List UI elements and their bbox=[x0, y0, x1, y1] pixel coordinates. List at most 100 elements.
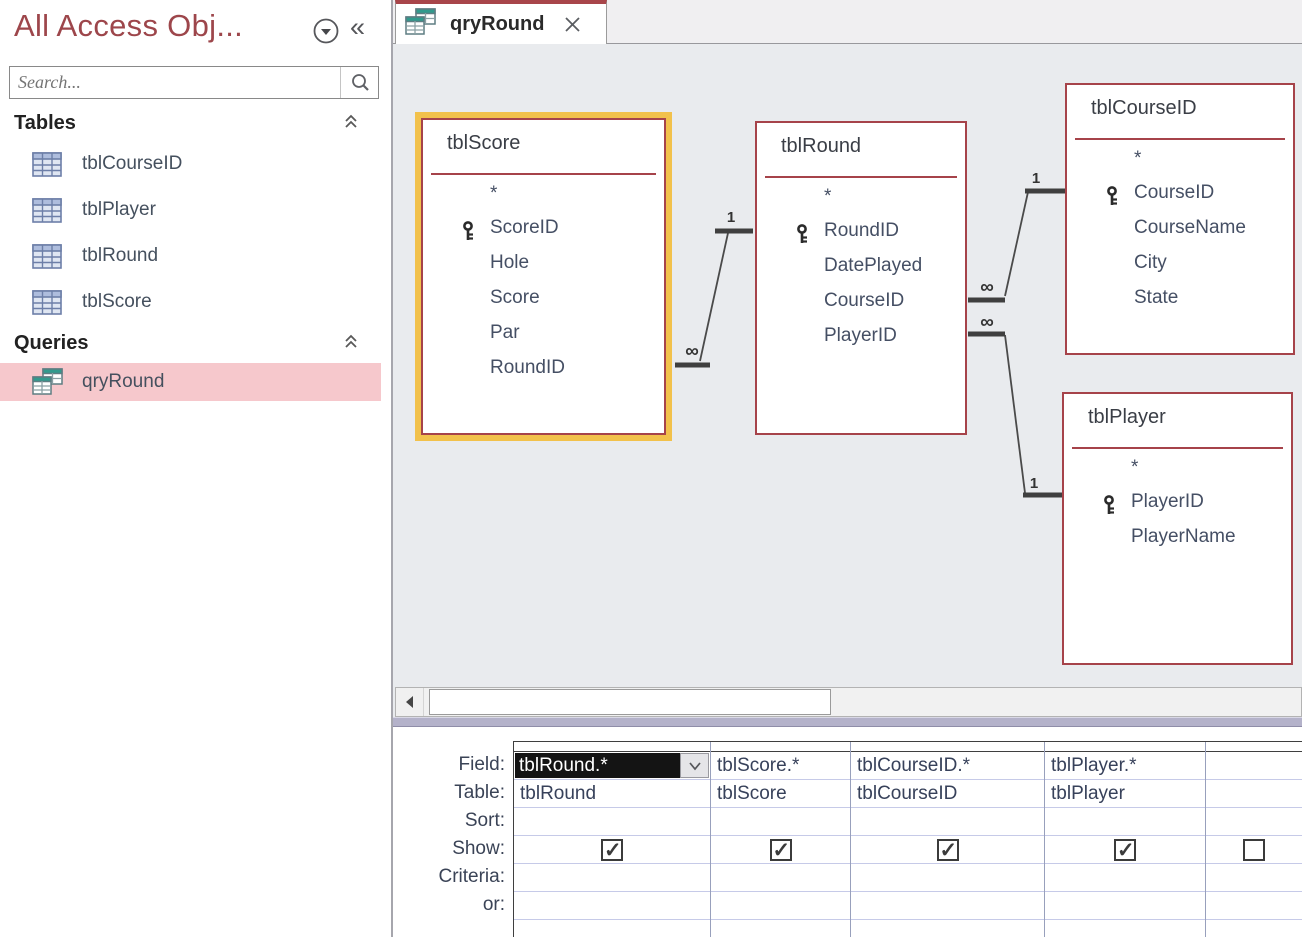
sort-cell[interactable] bbox=[711, 808, 850, 836]
join-tblround-tblcourseid[interactable]: ∞ 1 bbox=[968, 170, 1066, 300]
collapse-section-icon[interactable] bbox=[343, 332, 359, 355]
column-selector[interactable] bbox=[711, 742, 850, 752]
show-checkbox[interactable] bbox=[937, 839, 959, 861]
show-cell[interactable] bbox=[1045, 836, 1205, 864]
pane-splitter[interactable] bbox=[393, 717, 1302, 727]
field-row-roundid[interactable]: RoundID bbox=[423, 350, 664, 385]
or-cell[interactable] bbox=[514, 892, 710, 920]
field-cell[interactable]: tblPlayer.* bbox=[1045, 752, 1205, 780]
field-row-hole[interactable]: Hole bbox=[423, 245, 664, 280]
column-selector[interactable] bbox=[851, 742, 1044, 752]
collapse-section-icon[interactable] bbox=[343, 112, 359, 135]
table-cell[interactable]: tblRound bbox=[514, 780, 710, 808]
sidebar-item-tblround[interactable]: tblRound bbox=[0, 234, 381, 278]
join-tblscore-tblround[interactable]: ∞ 1 bbox=[675, 209, 753, 365]
field-row-state[interactable]: State bbox=[1067, 280, 1293, 315]
criteria-cell[interactable] bbox=[711, 864, 850, 892]
horizontal-scrollbar[interactable] bbox=[395, 687, 1302, 717]
field-row-playername[interactable]: PlayerName bbox=[1064, 519, 1291, 554]
field-row-star[interactable]: * bbox=[757, 185, 965, 213]
table-cell[interactable]: tblCourseID bbox=[851, 780, 1044, 808]
query-design-canvas[interactable]: ∞ 1 ∞ 1 ∞ 1 bbox=[393, 44, 1302, 717]
show-checkbox[interactable] bbox=[770, 839, 792, 861]
column-selector[interactable] bbox=[1045, 742, 1205, 752]
table-title[interactable]: tblScore bbox=[447, 132, 520, 155]
tab-qryround[interactable]: qryRound bbox=[395, 0, 607, 44]
field-row-star[interactable]: * bbox=[1067, 147, 1293, 175]
criteria-cell[interactable] bbox=[514, 864, 710, 892]
field-cell[interactable]: tblScore.* bbox=[711, 752, 850, 780]
one-symbol: 1 bbox=[1032, 170, 1040, 187]
grid-column-1: tblRound.* tblRound bbox=[514, 742, 711, 937]
show-cell[interactable] bbox=[514, 836, 710, 864]
show-cell[interactable] bbox=[851, 836, 1044, 864]
sort-cell[interactable] bbox=[1045, 808, 1205, 836]
field-list-tblcourseid[interactable]: tblCourseID * CourseID bbox=[1065, 83, 1295, 355]
search-icon[interactable] bbox=[340, 67, 378, 98]
column-selector[interactable] bbox=[1206, 742, 1302, 752]
sidebar-item-tblscore[interactable]: tblScore bbox=[0, 280, 381, 324]
sidebar-section-queries[interactable]: Queries bbox=[0, 326, 381, 360]
field-list-tblscore[interactable]: tblScore * ScoreID bbox=[421, 118, 666, 435]
show-cell[interactable] bbox=[1206, 836, 1302, 864]
field-row-playerid[interactable]: PlayerID bbox=[1064, 484, 1291, 519]
criteria-cell[interactable] bbox=[1206, 864, 1302, 892]
show-checkbox[interactable] bbox=[1114, 839, 1136, 861]
document-area: qryRound ∞ 1 bbox=[393, 0, 1302, 937]
sidebar-section-tables[interactable]: Tables bbox=[0, 106, 381, 140]
field-row-star[interactable]: * bbox=[423, 182, 664, 210]
field-row-score[interactable]: Score bbox=[423, 280, 664, 315]
join-tblround-tblplayer[interactable]: ∞ 1 bbox=[968, 312, 1062, 495]
row-label-field: Field: bbox=[393, 751, 505, 779]
nav-pane-menu-icon[interactable] bbox=[312, 17, 340, 45]
query-icon bbox=[32, 368, 64, 396]
shutter-bar-close-icon[interactable]: « bbox=[350, 12, 365, 43]
table-cell[interactable]: tblPlayer bbox=[1045, 780, 1205, 808]
field-dropdown-button[interactable] bbox=[680, 753, 709, 778]
or-cell[interactable] bbox=[851, 892, 1044, 920]
sidebar-item-label: qryRound bbox=[82, 371, 164, 393]
sidebar-item-tblplayer[interactable]: tblPlayer bbox=[0, 188, 381, 232]
field-cell[interactable]: tblCourseID.* bbox=[851, 752, 1044, 780]
table-cell[interactable]: tblScore bbox=[711, 780, 850, 808]
table-cell[interactable] bbox=[1206, 780, 1302, 808]
field-row-scoreid[interactable]: ScoreID bbox=[423, 210, 664, 245]
field-row-courseid[interactable]: CourseID bbox=[757, 283, 965, 318]
close-tab-icon[interactable] bbox=[564, 16, 581, 33]
sort-cell[interactable] bbox=[851, 808, 1044, 836]
criteria-cell[interactable] bbox=[1045, 864, 1205, 892]
or-cell[interactable] bbox=[1206, 892, 1302, 920]
field-row-courseid[interactable]: CourseID bbox=[1067, 175, 1293, 210]
field-list-tblplayer[interactable]: tblPlayer * PlayerID bbox=[1062, 392, 1293, 665]
field-cell[interactable]: tblRound.* bbox=[514, 752, 710, 780]
field-row-playerid[interactable]: PlayerID bbox=[757, 318, 965, 353]
field-row-roundid[interactable]: RoundID bbox=[757, 213, 965, 248]
selected-field-value[interactable]: tblRound.* bbox=[515, 753, 680, 778]
table-title[interactable]: tblCourseID bbox=[1091, 97, 1197, 120]
scroll-left-button[interactable] bbox=[396, 688, 424, 716]
criteria-cell[interactable] bbox=[851, 864, 1044, 892]
sort-cell[interactable] bbox=[514, 808, 710, 836]
sidebar-item-qryround[interactable]: qryRound bbox=[0, 363, 381, 401]
field-cell[interactable] bbox=[1206, 752, 1302, 780]
field-row-star[interactable]: * bbox=[1064, 456, 1291, 484]
field-row-dateplayed[interactable]: DatePlayed bbox=[757, 248, 965, 283]
field-list-tblround[interactable]: tblRound * RoundID bbox=[755, 121, 967, 435]
column-selector[interactable] bbox=[514, 742, 710, 752]
table-title[interactable]: tblRound bbox=[781, 135, 861, 158]
show-checkbox[interactable] bbox=[601, 839, 623, 861]
field-row-par[interactable]: Par bbox=[423, 315, 664, 350]
title-divider bbox=[431, 173, 656, 175]
table-title[interactable]: tblPlayer bbox=[1088, 406, 1166, 429]
search-input[interactable] bbox=[10, 67, 340, 98]
field-row-city[interactable]: City bbox=[1067, 245, 1293, 280]
many-symbol: ∞ bbox=[980, 277, 994, 298]
field-row-coursename[interactable]: CourseName bbox=[1067, 210, 1293, 245]
or-cell[interactable] bbox=[711, 892, 850, 920]
show-checkbox[interactable] bbox=[1243, 839, 1265, 861]
sidebar-item-tblcourseid[interactable]: tblCourseID bbox=[0, 142, 381, 186]
scrollbar-thumb[interactable] bbox=[429, 689, 831, 715]
show-cell[interactable] bbox=[711, 836, 850, 864]
or-cell[interactable] bbox=[1045, 892, 1205, 920]
sort-cell[interactable] bbox=[1206, 808, 1302, 836]
